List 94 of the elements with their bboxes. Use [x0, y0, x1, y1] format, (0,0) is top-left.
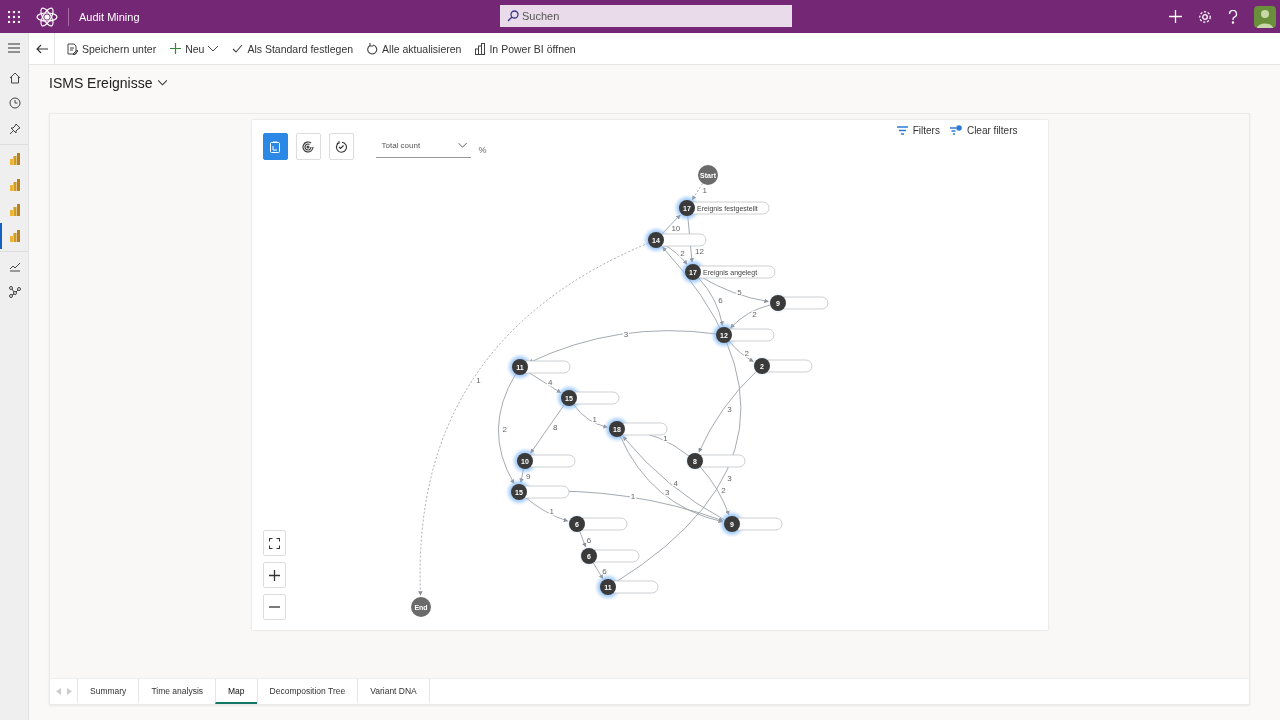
menu-icon[interactable] [8, 43, 20, 53]
process-node[interactable] [577, 545, 639, 567]
chevron-down-icon [457, 142, 467, 148]
edge-label: 3 [664, 488, 669, 498]
unit-label: % [478, 144, 487, 155]
edge-label: 6 [601, 567, 607, 577]
bar-chart-icon [10, 153, 20, 166]
refresh-icon [367, 42, 379, 55]
add-icon[interactable] [1169, 10, 1182, 23]
edge-label: 4 [673, 479, 678, 489]
edge-label: 6 [717, 296, 723, 306]
clipboard-icon [270, 140, 280, 153]
edge-label: 2 [679, 249, 685, 259]
edge-label: 5 [736, 288, 742, 298]
process-node[interactable] [766, 292, 828, 314]
process-node[interactable] [602, 415, 667, 443]
process-node[interactable] [709, 321, 774, 349]
chevron-down-icon [158, 80, 168, 86]
edge-label: 9 [525, 472, 531, 481]
view-toggle-button[interactable] [262, 133, 288, 160]
search-field[interactable]: Suchen [500, 5, 792, 27]
edge-label: 6 [586, 535, 591, 545]
filters-button[interactable]: Filters [894, 125, 942, 136]
process-node[interactable] [750, 355, 812, 377]
plus-icon [268, 569, 280, 581]
toolbar-button[interactable]: Alle aktualisieren [361, 35, 468, 62]
bar-chart-icon [475, 42, 486, 55]
edge-label: 2 [501, 424, 507, 434]
fullscreen-icon [268, 537, 280, 549]
process-node[interactable] [641, 226, 706, 254]
process-node[interactable] [554, 384, 619, 412]
app-title: Audit Mining [79, 10, 140, 23]
toolbar-button[interactable]: Speichern unter [61, 35, 163, 62]
edge-label: 8 [552, 422, 557, 432]
toolbar-button[interactable]: Als Standard festlegen [226, 35, 360, 62]
process-node[interactable] [510, 447, 575, 475]
bar-chart-icon [10, 229, 20, 242]
process-node[interactable] [678, 258, 775, 286]
filter-icon [896, 126, 908, 135]
plus-icon [170, 43, 182, 54]
target-icon [302, 140, 314, 153]
clear-filter-icon [949, 125, 962, 136]
edge-label: 10 [670, 224, 680, 234]
page-tab[interactable]: Variant DNA [357, 679, 430, 704]
clear-filters-button[interactable]: Clear filters [947, 125, 1020, 136]
process-node[interactable] [505, 353, 570, 381]
edge-label: 1 [475, 376, 481, 386]
edge-label: 1 [702, 185, 707, 195]
edge-label: 1 [592, 415, 597, 425]
process-node[interactable] [593, 573, 658, 601]
edge-label: 4 [547, 378, 553, 388]
edge-label: 1 [549, 507, 554, 517]
search-icon [507, 10, 519, 22]
zoom-in-button[interactable] [262, 562, 286, 588]
pin-icon [9, 122, 21, 135]
process-node[interactable] [683, 450, 745, 472]
help-icon[interactable] [1228, 9, 1238, 24]
toolbar-button[interactable]: Neu [164, 35, 225, 62]
chevron-down-icon [208, 45, 219, 52]
edge-label: 2 [751, 309, 757, 319]
process-node[interactable] [565, 513, 627, 535]
process-node[interactable] [672, 194, 769, 222]
metric-dropdown[interactable]: Total count [375, 133, 471, 158]
clock-icon [9, 97, 21, 110]
process-node[interactable] [504, 478, 569, 506]
process-node[interactable] [717, 510, 782, 538]
atom-logo-icon [36, 5, 58, 28]
edge-label: 1 [630, 492, 635, 502]
edge-label: 3 [726, 473, 732, 483]
toolbar-button[interactable]: In Power BI öffnen [469, 35, 582, 62]
home-icon [9, 71, 21, 84]
settings-icon[interactable] [1198, 9, 1212, 24]
edge-label: 2 [744, 348, 749, 358]
edge-label: 3 [623, 330, 628, 340]
fit-to-screen-button[interactable] [262, 530, 286, 556]
edge-label: 2 [720, 485, 726, 495]
edge-label: 12 [694, 246, 704, 256]
edge-label: 3 [726, 405, 732, 415]
page-title-dropdown[interactable]: ISMS Ereignisse [49, 75, 168, 91]
edge-label: 1 [662, 434, 668, 444]
page-tab[interactable]: Map [215, 679, 257, 704]
start-node [697, 165, 718, 185]
minus-icon [268, 606, 280, 608]
cycle-check-icon [335, 140, 347, 153]
line-chart-icon [9, 260, 21, 273]
save-icon [67, 42, 78, 55]
avatar[interactable] [1254, 5, 1276, 28]
zoom-out-button[interactable] [262, 594, 286, 620]
network-icon [9, 285, 21, 298]
checkmark-icon [232, 44, 244, 53]
bar-chart-icon [10, 204, 20, 217]
end-node [410, 597, 431, 617]
bar-chart-icon [10, 178, 20, 191]
back-icon[interactable] [36, 43, 48, 54]
